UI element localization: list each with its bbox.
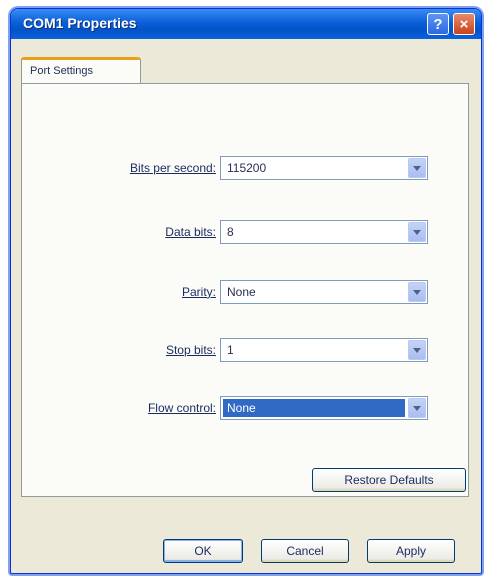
title-bar[interactable]: COM1 Properties ? × [11,9,481,39]
parity-label: Parity: [181,285,216,299]
restore-defaults-button[interactable]: Restore Defaults [312,468,466,492]
flow-control-row: Flow control: None [22,396,468,422]
data-bits-row: Data bits: 8 [22,220,468,246]
chevron-down-icon[interactable] [408,398,426,418]
chevron-down-icon[interactable] [408,158,426,178]
bits-per-second-value: 115200 [227,161,267,175]
parity-select[interactable]: None [220,280,428,304]
tab-strip: Port Settings [21,49,471,83]
flow-control-select[interactable]: None [220,396,428,420]
chevron-down-icon[interactable] [408,282,426,302]
apply-button[interactable]: Apply [367,539,455,563]
data-bits-select[interactable]: 8 [220,220,428,244]
chevron-down-icon[interactable] [408,340,426,360]
bits-per-second-row: Bits per second: 115200 [22,156,468,182]
bits-per-second-select[interactable]: 115200 [220,156,428,180]
data-bits-label: Data bits: [165,225,216,239]
flow-control-value: None [223,399,405,417]
parity-row: Parity: None [22,280,468,306]
cancel-button[interactable]: Cancel [261,539,349,563]
stop-bits-value: 1 [227,343,234,357]
parity-value: None [227,285,256,299]
ok-button[interactable]: OK [163,539,243,563]
tab-port-settings[interactable]: Port Settings [21,57,141,83]
stop-bits-label: Stop bits: [165,343,216,357]
window-title: COM1 Properties [23,15,137,31]
help-icon[interactable]: ? [427,13,449,35]
stop-bits-select[interactable]: 1 [220,338,428,362]
flow-control-label: Flow control: [147,401,216,415]
port-settings-panel: Bits per second: 115200 Data bits: 8 Par… [21,83,469,497]
data-bits-value: 8 [227,225,234,239]
bits-per-second-label: Bits per second: [129,161,216,175]
chevron-down-icon[interactable] [408,222,426,242]
close-icon[interactable]: × [453,13,475,35]
stop-bits-row: Stop bits: 1 [22,338,468,364]
com1-properties-dialog: COM1 Properties ? × Port Settings Bits p… [10,8,482,574]
